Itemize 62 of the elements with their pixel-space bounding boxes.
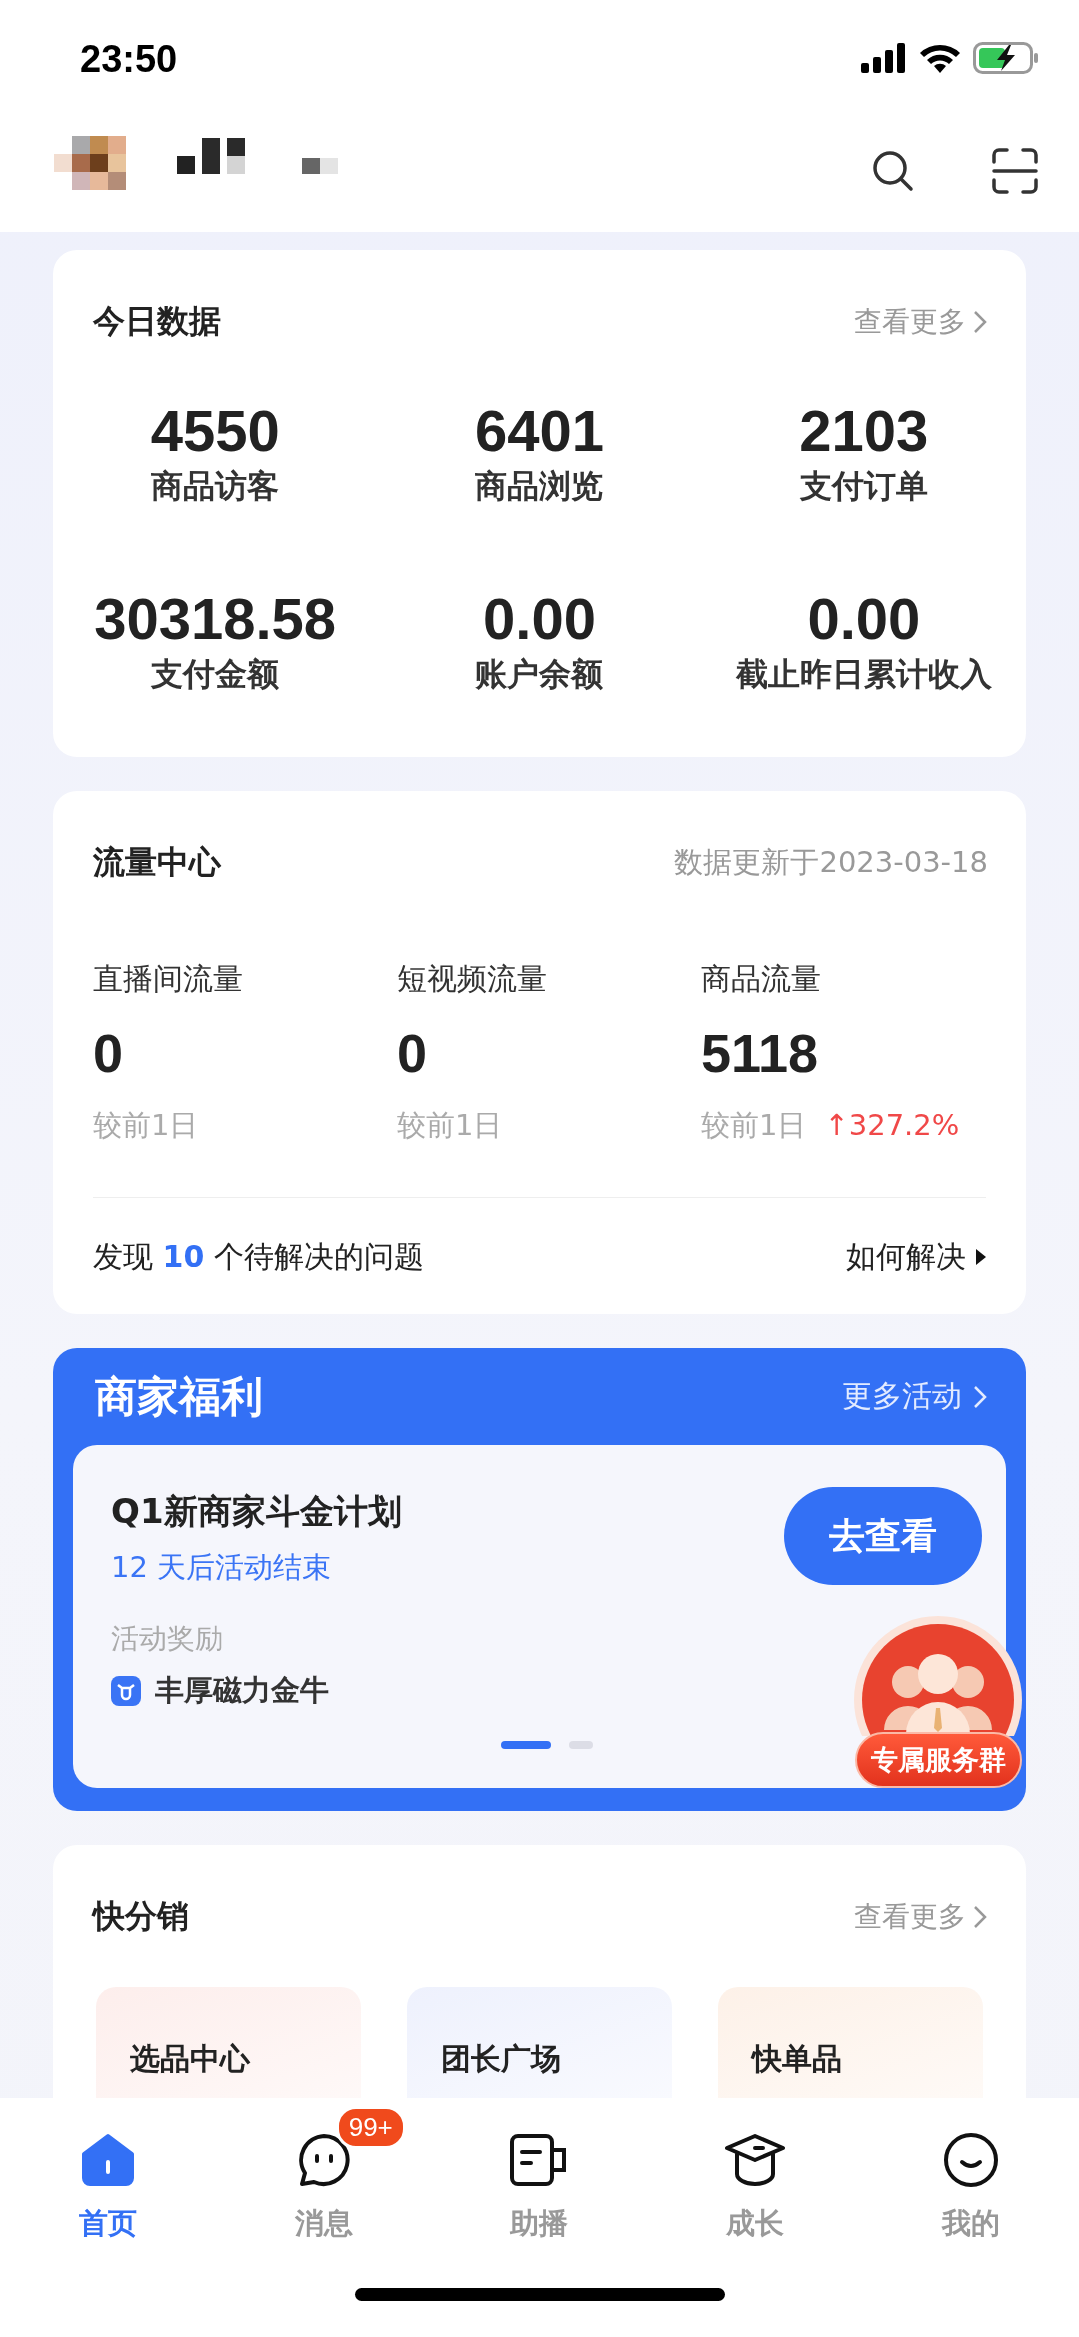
- smiley-icon: [943, 2132, 1000, 2188]
- graduation-cap-icon: [723, 2132, 788, 2188]
- metric-value: 6401: [474, 398, 604, 464]
- metric-value: 30318.58: [94, 586, 337, 652]
- card-title: 快分销: [93, 1896, 189, 1937]
- service-group-label[interactable]: 专属服务群: [854, 1732, 1022, 1788]
- compare-label: 较前1日: [397, 1107, 503, 1144]
- chevron-right-icon: [972, 309, 988, 335]
- metric-label: 账户余额: [475, 654, 604, 695]
- tab-item[interactable]: 助播: [431, 2100, 648, 2244]
- entry-card[interactable]: 选品中心: [96, 1987, 361, 2098]
- metric-label: 商品浏览: [475, 466, 604, 507]
- chevron-right-icon: [972, 1904, 988, 1930]
- search-icon[interactable]: [871, 149, 915, 193]
- card-title: 流量中心: [93, 842, 221, 883]
- compare-label: 较前1日: [701, 1107, 807, 1144]
- metric-label: 商品访客: [151, 466, 280, 507]
- how-to-solve-link[interactable]: 如何解决: [846, 1236, 988, 1278]
- metric-value: 5118: [701, 1022, 820, 1085]
- tab-item[interactable]: 首页: [0, 2100, 216, 2244]
- battery-icon: [973, 42, 1039, 74]
- update-time: 数据更新于2023-03-18: [674, 844, 988, 881]
- metric-label: 截止昨日累计收入: [735, 654, 992, 695]
- page-indicator[interactable]: [500, 1741, 551, 1749]
- scan-icon[interactable]: [991, 147, 1039, 195]
- more-activities-link[interactable]: 更多活动: [842, 1376, 988, 1417]
- metric-value: 0.00: [807, 586, 921, 652]
- change-value: ↑327.2%: [824, 1108, 960, 1142]
- panel-title: 商家福利: [95, 1370, 263, 1423]
- home-icon: [79, 2132, 136, 2188]
- status-time: 23:50: [80, 36, 178, 81]
- view-button[interactable]: 去查看: [784, 1487, 982, 1585]
- metric-label: 支付金额: [151, 654, 280, 695]
- entry-card[interactable]: 快单品: [718, 1987, 983, 2098]
- chevron-right-icon: [972, 1383, 988, 1410]
- metric-label: 短视频流量: [397, 960, 548, 998]
- compare-label: 较前1日: [93, 1107, 199, 1144]
- countdown-text: 12 天后活动结束: [111, 1549, 333, 1586]
- wifi-icon: [919, 43, 961, 73]
- bull-icon: [111, 1676, 141, 1706]
- metric-value: 4550: [150, 398, 280, 464]
- see-more-link[interactable]: 查看更多: [854, 1898, 988, 1936]
- entry-card[interactable]: 团长广场: [407, 1987, 672, 2098]
- metric-value: 0: [397, 1022, 429, 1085]
- reward-text: 丰厚磁力金牛: [155, 1672, 329, 1709]
- tab-item[interactable]: 99+ 消息: [215, 2100, 432, 2244]
- metric-label: 支付订单: [799, 466, 928, 507]
- see-more-link[interactable]: 查看更多: [854, 303, 988, 341]
- card-title: 今日数据: [93, 301, 221, 342]
- metric-value: 0.00: [483, 586, 596, 652]
- metric-label: 直播间流量: [93, 960, 244, 998]
- tab-item[interactable]: 我的: [863, 2100, 1079, 2244]
- signal-icon: [861, 43, 907, 73]
- issues-text: 发现 10 个待解决的问题: [93, 1237, 424, 1276]
- metric-value: 2103: [799, 398, 929, 464]
- reward-label: 活动奖励: [111, 1621, 224, 1657]
- metric-label: 商品流量: [701, 960, 822, 998]
- triangle-right-icon: [974, 1247, 988, 1267]
- metric-value: 0: [93, 1022, 125, 1085]
- unread-count-badge: 99+: [335, 2106, 406, 2149]
- tab-item[interactable]: 成长: [647, 2100, 864, 2244]
- campaign-title: Q1新商家斗金计划: [111, 1490, 402, 1533]
